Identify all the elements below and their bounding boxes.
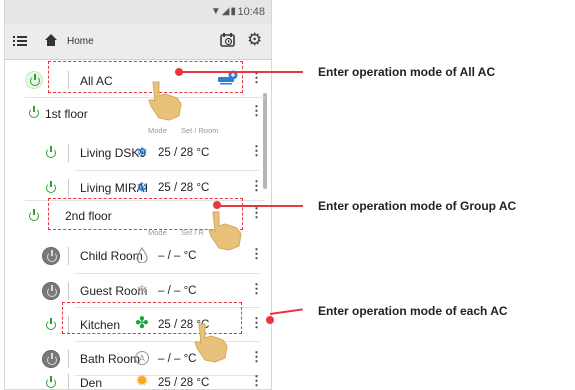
temperature: 25 / 28 °C — [158, 147, 210, 159]
auto-mode-icon: A — [134, 350, 150, 366]
more-menu-icon[interactable]: ⋮ — [250, 144, 263, 157]
dry-mode-icon — [134, 246, 150, 264]
heat-mode-icon: ✹ — [135, 373, 149, 390]
power-icon[interactable] — [42, 179, 60, 197]
cool-mode-icon: ❄ — [136, 282, 148, 298]
callout-line — [217, 205, 303, 207]
group-label: 1st floor — [45, 107, 88, 121]
power-icon[interactable] — [42, 247, 60, 265]
more-menu-icon[interactable]: ⋮ — [250, 316, 263, 329]
phone-screen: ▼◢▮ 10:48 Home ⚙ All AC ⋮ 1st floor ⋮ Mo… — [4, 0, 272, 390]
more-menu-icon[interactable]: ⋮ — [250, 350, 263, 363]
row-separator — [68, 282, 69, 300]
list-menu-icon[interactable] — [13, 34, 27, 52]
pointing-hand-icon — [205, 210, 242, 251]
schedule-timer-icon[interactable] — [220, 32, 236, 53]
row-separator — [68, 247, 69, 265]
power-icon[interactable] — [25, 104, 43, 122]
cool-mode-icon: ❄ — [136, 179, 148, 195]
power-icon[interactable] — [42, 282, 60, 300]
unit-row[interactable]: Living DSK9 ❄ 25 / 28 °C ⋮ — [5, 136, 271, 170]
more-menu-icon[interactable]: ⋮ — [250, 206, 263, 219]
power-icon[interactable] — [25, 207, 43, 225]
more-menu-icon[interactable]: ⋮ — [250, 282, 263, 295]
cool-mode-icon: ❄ — [136, 144, 148, 160]
temperature: – / – °C — [158, 285, 197, 297]
row-separator — [68, 179, 69, 197]
pointing-hand-icon — [145, 80, 182, 121]
more-menu-icon[interactable]: ⋮ — [250, 71, 263, 84]
callout-group-ac: Enter operation mode of Group AC — [318, 199, 517, 213]
unit-name: Den — [80, 376, 103, 390]
more-menu-icon[interactable]: ⋮ — [250, 374, 263, 387]
row-separator — [68, 374, 69, 389]
callout-dot — [266, 316, 274, 324]
app-bar: Home ⚙ — [5, 24, 271, 60]
power-icon[interactable] — [42, 374, 60, 389]
temperature: 25 / 28 °C — [158, 377, 210, 389]
mode-column-header: Mode — [148, 126, 167, 135]
callout-line — [269, 308, 303, 315]
unit-name: Bath Room — [80, 352, 141, 366]
temperature: – / – °C — [158, 250, 197, 262]
status-icons: ▼◢▮ — [210, 6, 237, 17]
temperature: 25 / 28 °C — [158, 182, 210, 194]
gear-icon[interactable]: ⚙ — [247, 31, 262, 48]
more-menu-icon[interactable]: ⋮ — [250, 247, 263, 260]
status-bar: ▼◢▮ 10:48 — [5, 0, 271, 24]
status-time: 10:48 — [237, 6, 265, 18]
callout-line — [179, 71, 303, 73]
svg-text:A: A — [139, 354, 145, 364]
power-icon[interactable] — [25, 71, 43, 89]
page-title: Home — [67, 36, 94, 47]
group-row-1st-floor[interactable]: 1st floor ⋮ — [5, 98, 271, 132]
power-icon[interactable] — [42, 144, 60, 162]
callout-each-ac: Enter operation mode of each AC — [318, 304, 508, 318]
power-icon[interactable] — [42, 316, 60, 334]
row-separator — [68, 144, 69, 162]
unit-row[interactable]: Den ✹ 25 / 28 °C ⋮ — [5, 366, 271, 390]
more-menu-icon[interactable]: ⋮ — [250, 104, 263, 117]
pointing-hand-icon — [191, 322, 228, 363]
more-menu-icon[interactable]: ⋮ — [250, 179, 263, 192]
home-icon[interactable] — [44, 33, 58, 52]
callout-all-ac: Enter operation mode of All AC — [318, 65, 496, 79]
set-room-column-header: Set / Room — [181, 126, 219, 135]
